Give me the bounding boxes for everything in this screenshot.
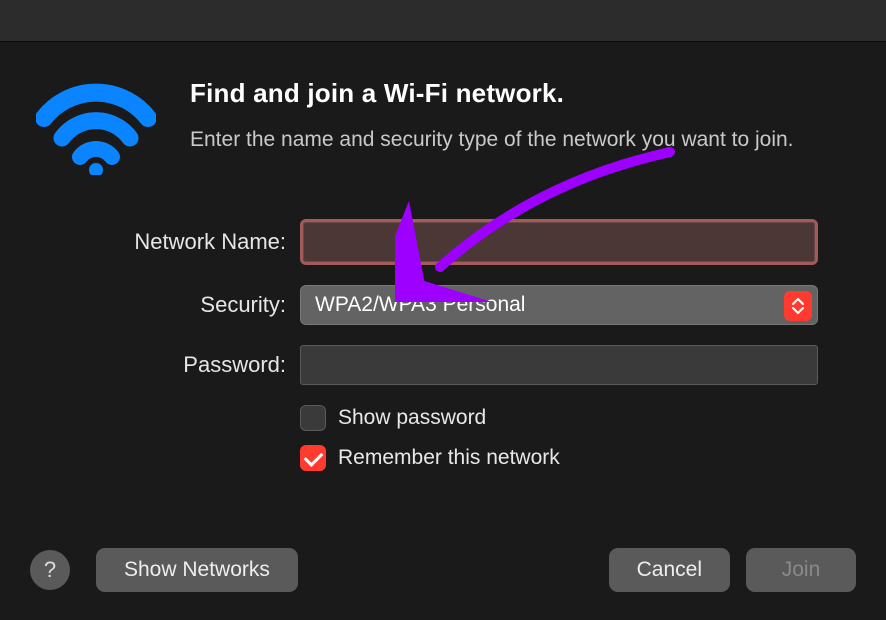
options-control: Show password Remember this network [300, 405, 818, 485]
row-options: Show password Remember this network [0, 405, 886, 485]
network-name-label: Network Name: [0, 229, 300, 255]
join-button[interactable]: Join [746, 548, 856, 592]
show-networks-button[interactable]: Show Networks [96, 548, 298, 592]
security-label: Security: [0, 292, 300, 318]
security-select[interactable]: WPA2/WPA3 Personal [300, 285, 818, 325]
remember-label: Remember this network [338, 446, 560, 470]
wifi-join-sheet: Find and join a Wi-Fi network. Enter the… [0, 42, 886, 620]
cancel-button[interactable]: Cancel [609, 548, 730, 592]
security-control: WPA2/WPA3 Personal [300, 285, 818, 325]
remember-row[interactable]: Remember this network [300, 445, 818, 471]
heading: Find and join a Wi-Fi network. [190, 78, 826, 109]
help-button[interactable]: ? [30, 550, 70, 590]
password-control [300, 345, 818, 385]
subtitle: Enter the name and security type of the … [190, 125, 826, 155]
show-password-row[interactable]: Show password [300, 405, 818, 431]
wifi-icon [36, 80, 156, 175]
show-password-checkbox[interactable] [300, 405, 326, 431]
remember-checkbox[interactable] [300, 445, 326, 471]
text-column: Find and join a Wi-Fi network. Enter the… [190, 78, 826, 175]
row-network-name: Network Name: [0, 219, 886, 265]
form: Network Name: Security: WPA2/WPA3 Person… [0, 219, 886, 485]
sheet-content: Find and join a Wi-Fi network. Enter the… [0, 42, 886, 175]
window-titlebar [0, 0, 886, 42]
row-password: Password: [0, 345, 886, 385]
up-down-chevron-icon [784, 291, 812, 321]
password-input[interactable] [300, 345, 818, 385]
security-selected: WPA2/WPA3 Personal [315, 293, 525, 317]
icon-column [36, 78, 156, 175]
network-name-input[interactable] [303, 222, 815, 262]
show-password-label: Show password [338, 406, 486, 430]
row-security: Security: WPA2/WPA3 Personal [0, 285, 886, 325]
password-label: Password: [0, 352, 300, 378]
button-bar: ? Show Networks Cancel Join [0, 548, 886, 592]
network-name-highlight [300, 219, 818, 265]
